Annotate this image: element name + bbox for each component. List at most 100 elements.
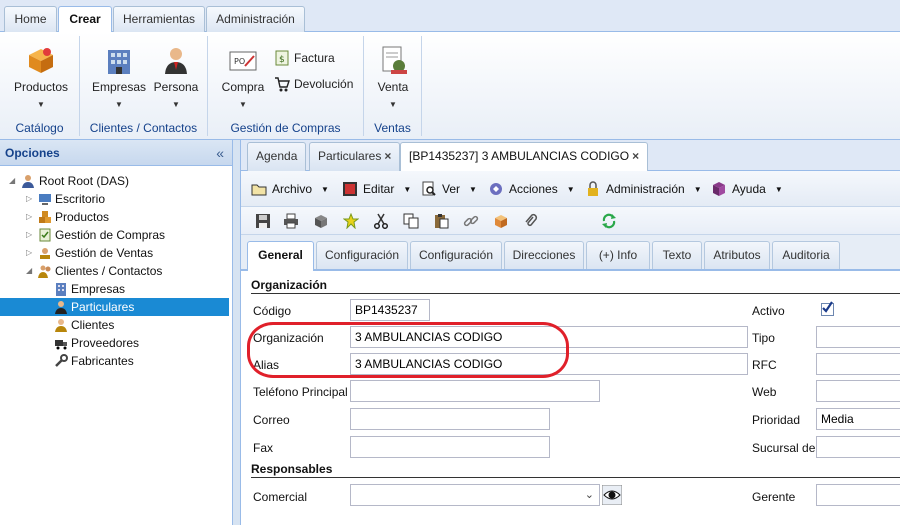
codigo-field[interactable] bbox=[350, 299, 430, 321]
comercial-select[interactable]: ⌄ bbox=[350, 484, 600, 506]
expanded-triangle-icon[interactable]: ◢ bbox=[9, 172, 15, 190]
collapsed-triangle-icon[interactable]: ▷ bbox=[26, 190, 32, 208]
sales-icon bbox=[40, 248, 50, 259]
menu-label: Administración bbox=[606, 182, 685, 196]
activo-checkbox[interactable] bbox=[821, 301, 834, 316]
tab-texto[interactable]: Texto bbox=[652, 241, 702, 269]
web-field[interactable] bbox=[816, 380, 900, 402]
doc-tab-bp1435237[interactable]: [BP1435237] 3 AMBULANCIAS CODIGO × bbox=[400, 142, 649, 172]
refresh-icon[interactable] bbox=[601, 213, 617, 229]
venta-button[interactable]: Venta ▼ bbox=[370, 44, 416, 109]
truck-icon bbox=[55, 340, 67, 350]
expanded-triangle-icon[interactable]: ◢ bbox=[26, 262, 32, 280]
collapsed-triangle-icon[interactable]: ▷ bbox=[26, 226, 32, 244]
empresas-button[interactable]: Empresas ▼ bbox=[90, 44, 148, 109]
tab-configuracion-2[interactable]: Configuración bbox=[410, 241, 502, 269]
tab-info[interactable]: (+) Info bbox=[586, 241, 650, 269]
telefono-field[interactable] bbox=[350, 380, 600, 402]
save-icon[interactable] bbox=[255, 213, 271, 229]
print-icon[interactable] bbox=[283, 213, 299, 229]
tab-home[interactable]: Home bbox=[4, 6, 57, 32]
box-icon bbox=[29, 48, 53, 73]
svg-text:PO: PO bbox=[234, 57, 245, 66]
menu-acciones[interactable]: Acciones ▼ bbox=[488, 181, 575, 197]
organizacion-field[interactable] bbox=[350, 326, 748, 348]
person-icon bbox=[55, 301, 67, 314]
tab-configuracion-1[interactable]: Configuración bbox=[316, 241, 408, 269]
correo-field[interactable] bbox=[350, 408, 550, 430]
purchases-icon bbox=[39, 228, 51, 242]
package-icon[interactable] bbox=[493, 213, 509, 229]
menu-ver[interactable]: Ver ▼ bbox=[421, 181, 477, 197]
tipo-field[interactable] bbox=[816, 326, 900, 348]
group-gestion-compras: PO Compra ▼ $ Factura Devolución Gestión… bbox=[208, 36, 364, 136]
tree-item-proveedores[interactable]: Proveedores bbox=[0, 334, 229, 352]
section-divider bbox=[251, 477, 900, 478]
tree-label: Fabricantes bbox=[71, 354, 134, 368]
gerente-field[interactable] bbox=[816, 484, 900, 506]
collapse-icon[interactable]: « bbox=[216, 140, 224, 166]
help-book-icon bbox=[713, 182, 725, 196]
tree-item-root[interactable]: ◢ Root Root (DAS) bbox=[0, 172, 229, 190]
devolucion-button[interactable]: Devolución bbox=[274, 76, 353, 92]
activo-label: Activo bbox=[752, 304, 785, 318]
chevron-down-icon: ▼ bbox=[389, 100, 397, 109]
attachment-icon[interactable] bbox=[523, 213, 539, 229]
purchase-order-icon: PO bbox=[229, 51, 257, 71]
tree-item-fabricantes[interactable]: Fabricantes bbox=[0, 352, 229, 370]
collapsed-triangle-icon[interactable]: ▷ bbox=[26, 244, 32, 262]
prioridad-select[interactable] bbox=[816, 408, 900, 430]
menu-editar[interactable]: Editar ▼ bbox=[342, 181, 411, 197]
factura-button[interactable]: $ Factura bbox=[274, 50, 335, 66]
tree-item-gestion-compras[interactable]: ▷ Gestión de Compras bbox=[0, 226, 229, 244]
paste-icon[interactable] bbox=[433, 213, 449, 229]
menu-label: Ver bbox=[442, 182, 461, 196]
tree-item-clientes-contactos[interactable]: ◢ Clientes / Contactos bbox=[0, 262, 229, 280]
menu-ayuda[interactable]: Ayuda ▼ bbox=[711, 181, 783, 197]
tree-item-productos[interactable]: ▷ Productos bbox=[0, 208, 229, 226]
eye-icon[interactable] bbox=[602, 485, 622, 505]
person-icon bbox=[165, 48, 187, 74]
copy-icon[interactable] bbox=[403, 213, 419, 229]
tab-administracion[interactable]: Administración bbox=[206, 6, 305, 32]
alias-field[interactable] bbox=[350, 353, 748, 375]
menu-administracion[interactable]: Administración ▼ bbox=[585, 181, 702, 197]
tab-auditoria[interactable]: Auditoria bbox=[772, 241, 840, 269]
fax-label: Fax bbox=[253, 441, 274, 455]
persona-button[interactable]: Persona ▼ bbox=[150, 44, 202, 109]
tab-general[interactable]: General bbox=[247, 241, 314, 271]
menu-archivo[interactable]: Archivo ▼ bbox=[251, 181, 329, 197]
doc-tab-particulares[interactable]: Particulares × bbox=[309, 142, 401, 171]
web-label: Web bbox=[752, 385, 777, 399]
tree-item-escritorio[interactable]: ▷ Escritorio bbox=[0, 190, 229, 208]
rfc-field[interactable] bbox=[816, 353, 900, 375]
tab-herramientas[interactable]: Herramientas bbox=[113, 6, 205, 32]
sucursal-label: Sucursal de bbox=[752, 441, 816, 455]
fax-field[interactable] bbox=[350, 436, 550, 458]
collapsed-triangle-icon[interactable]: ▷ bbox=[26, 208, 32, 226]
cut-icon[interactable] bbox=[373, 213, 389, 229]
tab-crear[interactable]: Crear bbox=[58, 6, 112, 33]
organizacion-label: Organización bbox=[253, 331, 324, 345]
sucursal-field[interactable] bbox=[816, 436, 900, 458]
compra-button[interactable]: PO Compra ▼ bbox=[218, 44, 268, 109]
archive-icon[interactable] bbox=[313, 213, 329, 229]
lock-icon bbox=[588, 181, 598, 196]
tree-item-clientes[interactable]: Clientes bbox=[0, 316, 229, 334]
options-title: Opciones bbox=[5, 146, 60, 160]
doc-tab-agenda[interactable]: Agenda bbox=[247, 142, 307, 171]
close-icon[interactable]: × bbox=[632, 149, 639, 163]
link-icon[interactable] bbox=[463, 213, 479, 229]
favorite-star-icon[interactable] bbox=[343, 213, 359, 229]
tab-atributos[interactable]: Atributos bbox=[704, 241, 770, 269]
close-icon[interactable]: × bbox=[384, 149, 391, 163]
folder-icon bbox=[251, 184, 267, 196]
tree-item-particulares[interactable]: Particulares bbox=[0, 298, 229, 316]
tab-direcciones[interactable]: Direcciones bbox=[504, 241, 584, 269]
options-header: Opciones « bbox=[0, 140, 232, 166]
chevron-down-icon[interactable]: ⌄ bbox=[585, 488, 594, 501]
doc-tab-label: [BP1435237] 3 AMBULANCIAS CODIGO bbox=[409, 149, 630, 163]
tree-item-gestion-ventas[interactable]: ▷ Gestión de Ventas bbox=[0, 244, 229, 262]
productos-button[interactable]: Productos ▼ bbox=[8, 44, 74, 109]
tree-item-empresas[interactable]: Empresas bbox=[0, 280, 229, 298]
